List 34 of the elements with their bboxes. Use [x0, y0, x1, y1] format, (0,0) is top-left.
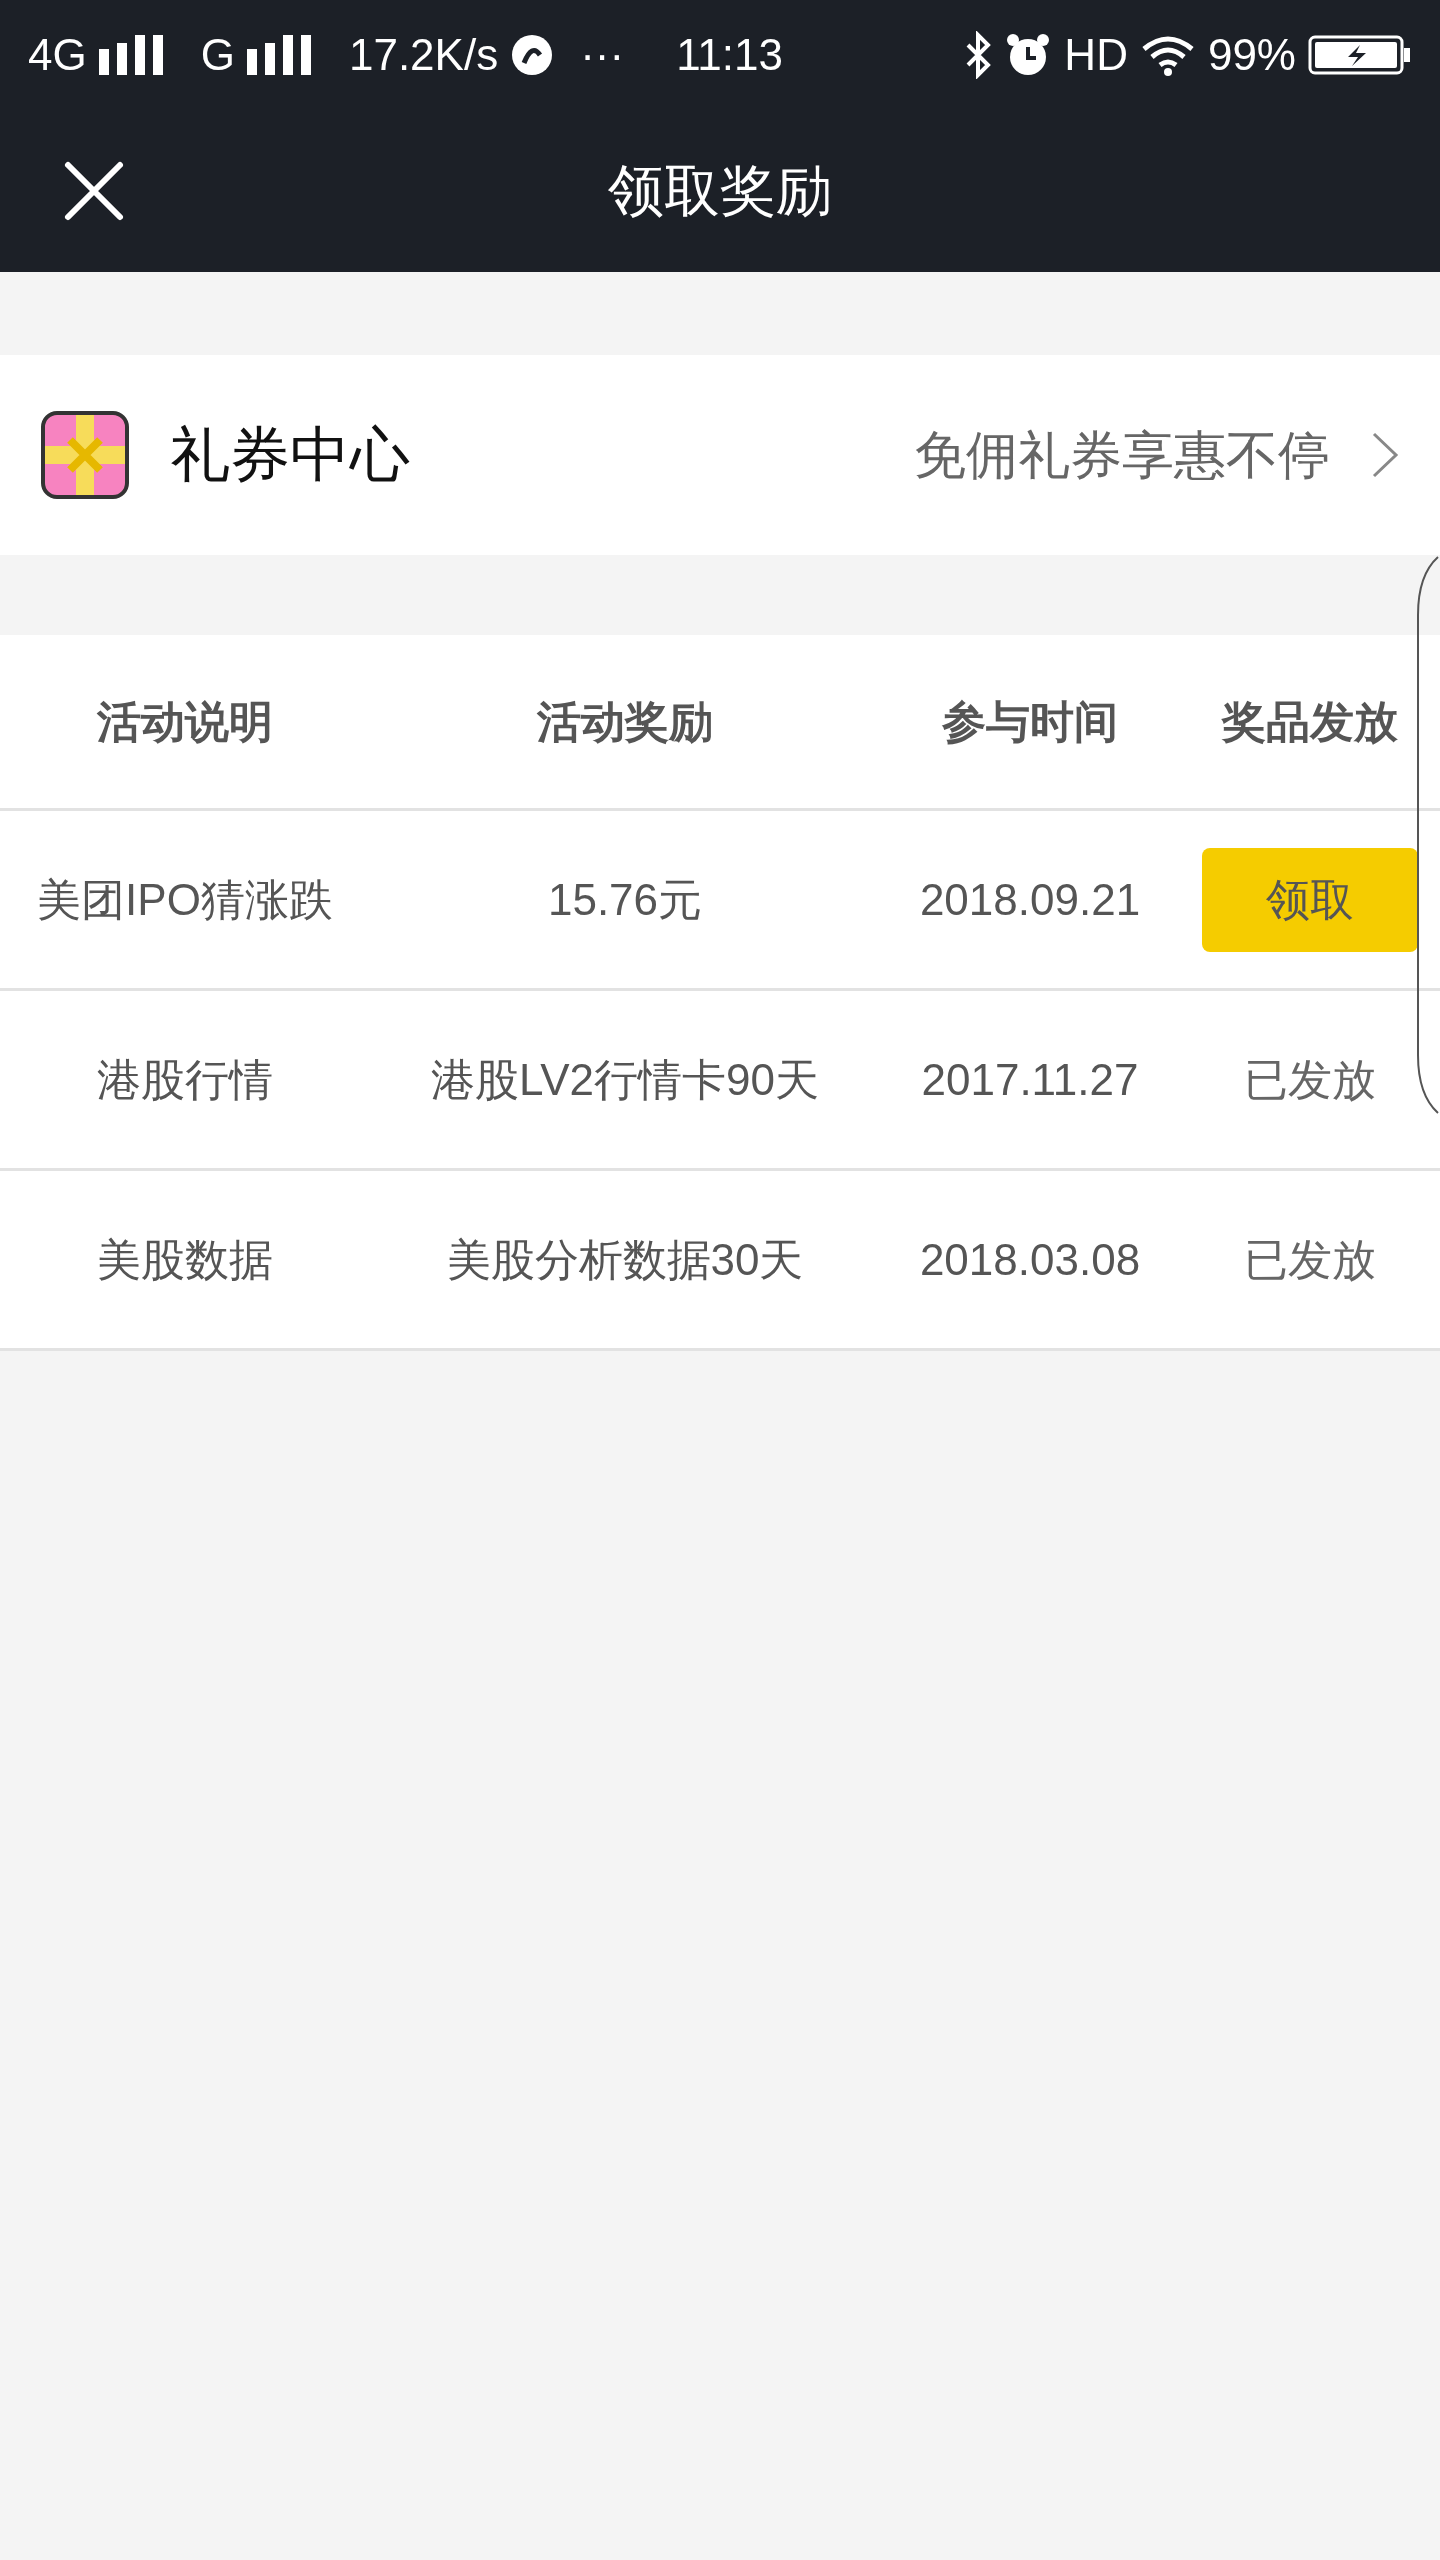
speed-label: 17.2K/s [348, 29, 499, 81]
chevron-right-icon [1370, 430, 1400, 480]
coupon-center-row[interactable]: 礼券中心 免佣礼券享惠不停 [0, 355, 1440, 555]
gift-icon [40, 410, 130, 500]
hd-label: HD [1064, 29, 1128, 81]
coupon-center-subtitle: 免佣礼券享惠不停 [914, 425, 1330, 486]
close-button[interactable] [62, 159, 126, 223]
claim-button[interactable]: 领取 [1202, 847, 1418, 952]
network-label: G [200, 29, 235, 81]
app-icon [510, 33, 555, 77]
column-header: 活动说明 [97, 695, 273, 748]
delivery-status: 已发放 [1244, 1233, 1376, 1286]
table-cell-text: 2018.03.08 [919, 1233, 1141, 1286]
column-header: 奖品发放 [1222, 695, 1398, 748]
network-label: 4G [28, 29, 87, 81]
more-label: ··· [580, 29, 625, 81]
table-cell-text: 2017.11.27 [921, 1053, 1139, 1106]
column-header: 参与时间 [942, 695, 1118, 748]
coupon-center-title: 礼券中心 [170, 420, 410, 490]
delivery-status: 已发放 [1244, 1053, 1376, 1106]
bluetooth-icon [964, 31, 993, 79]
table-cell-text: 港股行情 [97, 1053, 273, 1106]
battery-icon [1308, 35, 1412, 75]
table-cell-text: 美股分析数据30天 [446, 1233, 804, 1286]
table-cell-text: 美股数据 [97, 1233, 273, 1286]
table-cell-text: 港股LV2行情卡90天 [431, 1053, 819, 1106]
close-icon [62, 159, 126, 223]
column-header: 活动奖励 [537, 695, 713, 748]
table-cell-text: 2018.09.21 [919, 873, 1141, 926]
page-title: 领取奖励 [608, 158, 832, 224]
table-cell-text: 15.76元 [547, 873, 703, 926]
table-cell-text: 美团IPO猜涨跌 [37, 873, 333, 926]
time-label: 11:13 [676, 29, 783, 81]
battery-label: 99% [1207, 29, 1296, 81]
